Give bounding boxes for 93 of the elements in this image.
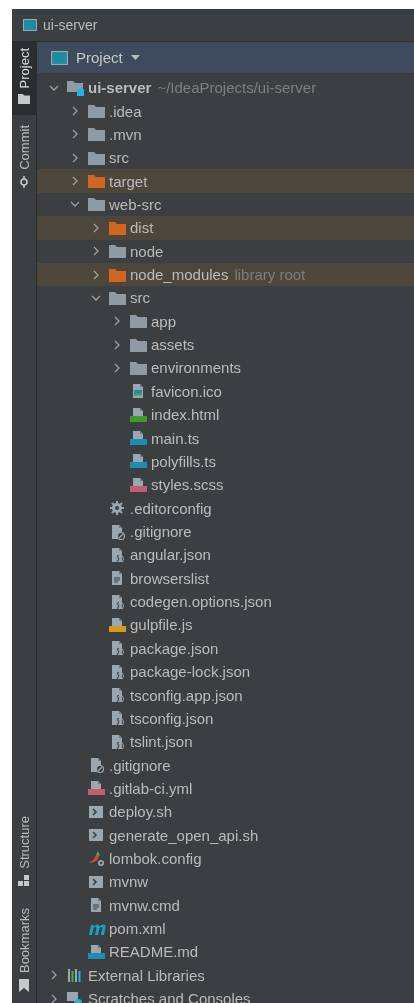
folder-icon [109, 290, 126, 305]
file-name: tsconfig.json [130, 709, 214, 727]
folder-icon [88, 104, 105, 119]
gear-icon [109, 500, 125, 517]
json-file-icon [109, 593, 125, 610]
file-name: main.ts [151, 429, 200, 447]
folder-icon [88, 197, 105, 212]
html-file-icon [130, 406, 147, 423]
file-name: polyfills.ts [151, 452, 217, 470]
scratches-icon [67, 990, 83, 1003]
typescript-file-icon [130, 430, 147, 447]
typescript-file-icon [130, 453, 147, 470]
ignore-file-icon [88, 757, 104, 774]
yaml-file-icon [88, 780, 105, 797]
file-name: package.json [130, 639, 219, 657]
folder-name: web-src [109, 195, 162, 213]
json-file-icon [109, 546, 125, 563]
json-file-icon [109, 710, 125, 727]
tool-window-tab[interactable]: Commit [12, 119, 36, 200]
module-folder-icon [67, 79, 85, 96]
terminal-icon [88, 827, 104, 844]
chili-pepper-icon [88, 850, 106, 867]
file-name: .gitlab-ci.yml [109, 779, 193, 797]
tool-window-tab[interactable]: Project [12, 42, 36, 116]
folder-icon [109, 220, 126, 235]
image-file-icon [130, 383, 146, 400]
file-name: .gitignore [109, 756, 171, 774]
path-hint: library root [234, 266, 306, 284]
folder-name: node_modules [130, 266, 229, 284]
file-name: angular.json [130, 546, 211, 564]
folder-icon [88, 174, 105, 189]
folder-icon [18, 94, 30, 105]
json-file-icon [109, 687, 125, 703]
json-file-icon [109, 663, 125, 680]
folder-icon [130, 314, 147, 329]
tool-window-tab[interactable]: Structure [12, 810, 36, 898]
folder-name: .mvn [109, 125, 142, 143]
folder-name: node [130, 242, 164, 260]
window-title: ui-server [43, 17, 98, 33]
file-name: External Libraries [88, 966, 205, 984]
folder-name: app [151, 312, 177, 330]
file-name: README.md [109, 943, 199, 961]
ignore-file-icon [109, 523, 125, 540]
bookmark-icon [18, 979, 30, 992]
folder-name: src [109, 149, 129, 167]
folder-icon [88, 150, 105, 165]
folder-name: target [109, 172, 148, 190]
file-name: codegen.options.json [130, 593, 272, 611]
javascript-file-icon [109, 616, 126, 633]
folder-icon [130, 361, 147, 375]
structure-icon [18, 874, 30, 887]
libraries-icon [67, 967, 83, 984]
folder-name: assets [151, 336, 195, 354]
file-name: mvnw [109, 873, 149, 891]
file-name: browserslist [130, 569, 210, 587]
file-name: index.html [151, 406, 220, 424]
folder-name: environments [151, 359, 242, 377]
file-name: package-lock.json [130, 663, 251, 681]
text-file-icon [109, 570, 125, 587]
file-name: tsconfig.app.json [130, 686, 243, 704]
tool-window-tab[interactable]: Bookmarks [12, 901, 36, 1003]
file-name: gulpfile.js [130, 616, 193, 634]
folder-name: ui-server [88, 79, 152, 97]
file-name: favicon.ico [151, 382, 222, 400]
terminal-icon [88, 873, 104, 890]
markdown-file-icon [88, 943, 105, 960]
project-view-dropdown[interactable]: Project [76, 49, 140, 66]
file-name: mvnw.cmd [109, 896, 180, 914]
file-name: lombok.config [109, 850, 202, 868]
folder-icon [88, 127, 105, 142]
text-file-icon [88, 897, 104, 914]
window-icon [51, 50, 68, 65]
file-name: .gitignore [130, 523, 192, 540]
file-name: deploy.sh [109, 803, 173, 821]
path-hint: ~/IdeaProjects/ui-server [157, 79, 317, 97]
file-name: tslint.json [130, 733, 193, 751]
sass-file-icon [130, 476, 147, 493]
folder-icon [109, 244, 126, 259]
folder-name: dist [130, 219, 154, 237]
json-file-icon [109, 640, 125, 657]
terminal-icon [88, 803, 104, 820]
file-name: generate_open_api.sh [109, 826, 259, 844]
file-name: styles.scss [151, 476, 224, 494]
folder-icon [130, 337, 147, 352]
window-icon [23, 19, 37, 31]
file-name: .editorconfig [130, 499, 212, 517]
folder-name: src [130, 289, 150, 307]
file-name: pom.xml [109, 920, 166, 938]
dropdown-arrow-icon [130, 55, 140, 60]
commit-icon [18, 176, 30, 189]
folder-name: .idea [109, 102, 142, 120]
folder-icon [109, 267, 126, 282]
json-file-icon [109, 733, 125, 750]
